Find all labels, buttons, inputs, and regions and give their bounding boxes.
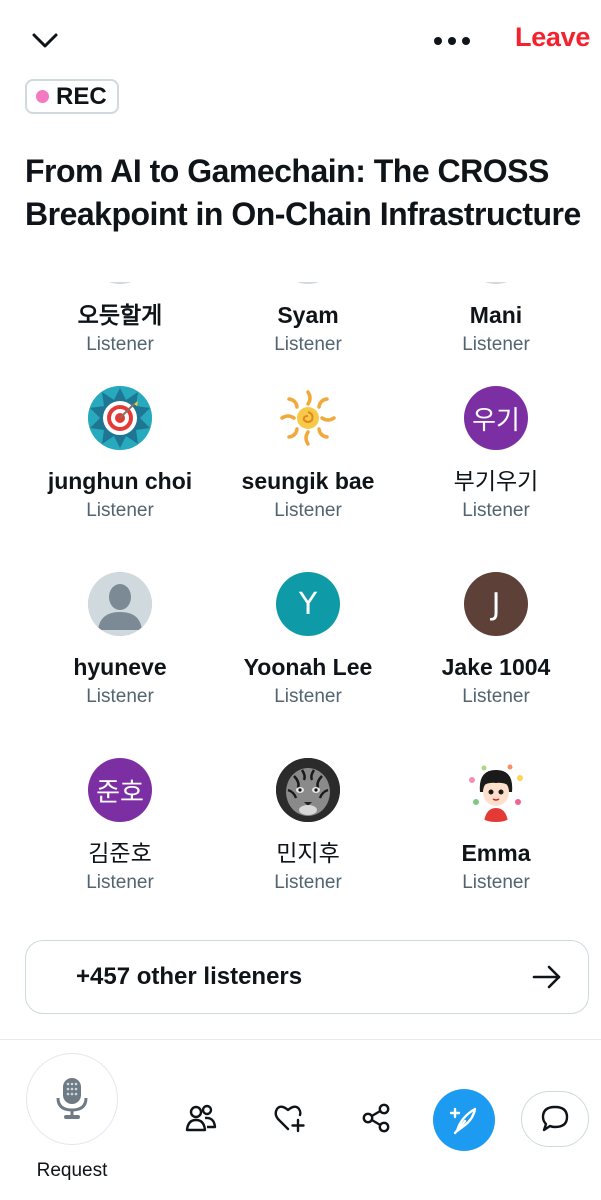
listener-role: Listener bbox=[462, 686, 530, 707]
avatar-initials: Y bbox=[298, 586, 318, 622]
listener-item[interactable]: Emma Listener bbox=[401, 758, 591, 898]
listener-role: Listener bbox=[86, 500, 154, 521]
chat-button[interactable] bbox=[521, 1091, 589, 1147]
listener-item[interactable]: junghun choi Listener bbox=[25, 386, 215, 526]
avatar bbox=[88, 282, 152, 284]
arrow-right-icon bbox=[532, 965, 561, 989]
avatar bbox=[276, 386, 340, 450]
avatar bbox=[276, 758, 340, 822]
avatar: Y bbox=[276, 572, 340, 636]
listener-item[interactable]: 우기 부기우기 Listener bbox=[401, 386, 591, 526]
heart-plus-icon bbox=[274, 1105, 305, 1133]
listener-name: Yoonah Lee bbox=[243, 654, 373, 680]
listener-item[interactable]: J Jake 1004 Listener bbox=[401, 572, 591, 712]
listener-item[interactable]: 오듯할게 Listener bbox=[25, 282, 215, 360]
listener-item[interactable]: Syam Listener bbox=[213, 282, 403, 360]
request-label: Request bbox=[36, 1160, 108, 1181]
chevron-down-icon bbox=[32, 33, 58, 48]
listener-role: Listener bbox=[274, 686, 342, 707]
avatar-initials: 우기 bbox=[472, 405, 520, 436]
default-avatar-icon bbox=[88, 572, 152, 636]
listener-role: Listener bbox=[462, 872, 530, 893]
divider bbox=[0, 1039, 601, 1040]
listener-role: Listener bbox=[86, 686, 154, 707]
avatar: J bbox=[464, 572, 528, 636]
listener-name: seungik bae bbox=[241, 468, 375, 494]
sun-icon bbox=[280, 390, 336, 446]
other-listeners-label: +457 other listeners bbox=[76, 963, 303, 990]
listener-role: Listener bbox=[462, 334, 530, 355]
avatar: 우기 bbox=[464, 386, 528, 450]
avatar bbox=[88, 386, 152, 450]
listener-name: 부기우기 bbox=[453, 468, 539, 494]
listener-name: 민지후 bbox=[276, 840, 340, 866]
listener-role: Listener bbox=[274, 334, 342, 355]
avatar bbox=[464, 282, 528, 284]
listener-role: Listener bbox=[274, 500, 342, 521]
other-listeners-button[interactable]: +457 other listeners bbox=[25, 940, 589, 1014]
avatar-initials: 준호 bbox=[96, 777, 144, 808]
recording-dot-icon bbox=[36, 90, 49, 103]
listener-role: Listener bbox=[86, 872, 154, 893]
avatar bbox=[276, 282, 340, 284]
listener-item[interactable]: Mani Listener bbox=[401, 282, 591, 360]
listener-item[interactable]: hyuneve Listener bbox=[25, 572, 215, 712]
listener-role: Listener bbox=[86, 334, 154, 355]
listener-role: Listener bbox=[462, 500, 530, 521]
compose-feather-icon bbox=[449, 1107, 477, 1135]
listener-item[interactable]: 준호 김준호 Listener bbox=[25, 758, 215, 898]
more-options-button[interactable] bbox=[430, 24, 474, 58]
avatar bbox=[464, 758, 528, 822]
listener-item[interactable]: Y Yoonah Lee Listener bbox=[213, 572, 403, 712]
listener-name: hyuneve bbox=[73, 654, 167, 680]
space-title: From AI to Gamechain: The CROSS Breakpoi… bbox=[25, 153, 581, 232]
avatar: 준호 bbox=[88, 758, 152, 822]
tiger-photo-icon bbox=[276, 758, 340, 822]
request-mic-button[interactable] bbox=[26, 1053, 118, 1145]
leave-button[interactable]: Leave bbox=[515, 22, 590, 53]
microphone-icon bbox=[56, 1078, 88, 1119]
chat-bubble-icon bbox=[541, 1105, 569, 1132]
listener-name: junghun choi bbox=[47, 468, 193, 494]
people-icon bbox=[185, 1104, 217, 1132]
top-bar: Leave bbox=[0, 0, 601, 80]
listener-role: Listener bbox=[274, 872, 342, 893]
listener-item[interactable]: 민지후 Listener bbox=[213, 758, 403, 898]
avatar bbox=[88, 572, 152, 636]
share-button[interactable] bbox=[358, 1100, 394, 1136]
compose-button[interactable] bbox=[433, 1089, 495, 1151]
participants-button[interactable] bbox=[183, 1100, 219, 1136]
listener-name: Syam bbox=[277, 302, 339, 328]
avatar-initials: J bbox=[491, 586, 501, 622]
react-button[interactable] bbox=[271, 1100, 307, 1136]
listener-grid[interactable]: 오듯할게 Listener Syam Listener Mani Listene… bbox=[0, 282, 601, 912]
listener-name: Mani bbox=[469, 302, 523, 328]
cartoon-girl-icon bbox=[464, 758, 528, 822]
target-icon bbox=[88, 386, 152, 450]
share-icon bbox=[362, 1103, 390, 1133]
listener-name: Emma bbox=[461, 840, 531, 866]
rec-badge: REC bbox=[25, 79, 119, 114]
more-horizontal-icon bbox=[434, 37, 470, 45]
listener-name: 오듯할게 bbox=[77, 302, 163, 328]
listener-name: Jake 1004 bbox=[441, 654, 551, 680]
collapse-button[interactable] bbox=[26, 22, 64, 60]
rec-label: REC bbox=[56, 82, 107, 110]
listener-item[interactable]: seungik bae Listener bbox=[213, 386, 403, 526]
listener-name: 김준호 bbox=[88, 840, 152, 866]
